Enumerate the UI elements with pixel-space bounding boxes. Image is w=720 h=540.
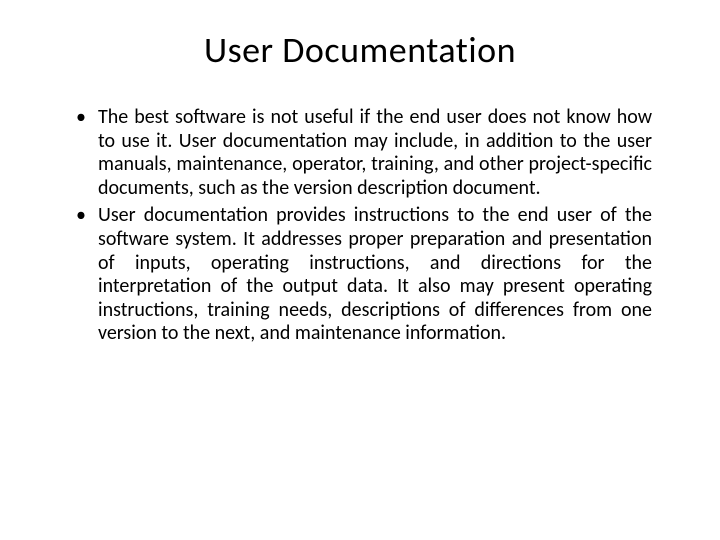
bullet-list: The best software is not useful if the e… xyxy=(68,106,652,346)
list-item: User documentation provides instructions… xyxy=(68,204,652,346)
list-item: The best software is not useful if the e… xyxy=(68,106,652,200)
slide-title: User Documentation xyxy=(68,28,652,72)
